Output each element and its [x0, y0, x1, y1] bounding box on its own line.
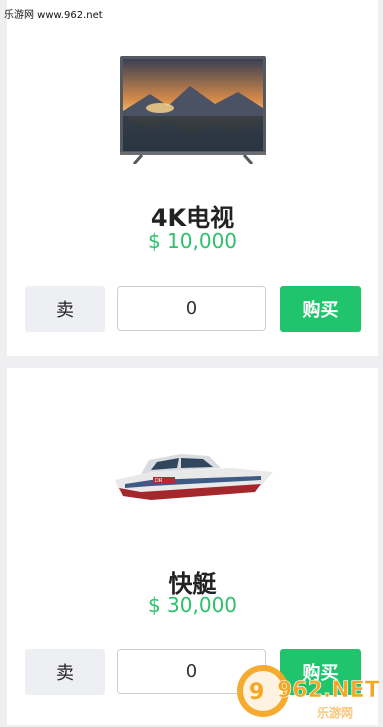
quantity-input[interactable] — [117, 286, 266, 331]
buy-button[interactable]: 购买 — [280, 286, 361, 332]
svg-text:9: 9 — [249, 680, 264, 705]
speedboat-icon: DR — [7, 450, 378, 504]
product-price: $ 10,000 — [147, 229, 238, 253]
sell-button[interactable]: 卖 — [25, 286, 105, 332]
sell-button[interactable]: 卖 — [25, 649, 105, 695]
site-logo-watermark: 9 962.NET 乐游网 — [231, 653, 381, 723]
svg-text:DR: DR — [155, 478, 163, 484]
product-price: $ 30,000 — [147, 593, 238, 617]
tv-icon — [7, 56, 378, 164]
site-watermark-text: 乐游网 www.962.net — [4, 10, 103, 21]
logo-subtext: 乐游网 — [317, 706, 353, 720]
logo-text: 962.NET — [277, 678, 380, 703]
product-card-tv: 4K电视 $ 10,000 卖 购买 — [7, 0, 378, 356]
product-name: 4K电视 — [150, 204, 235, 232]
